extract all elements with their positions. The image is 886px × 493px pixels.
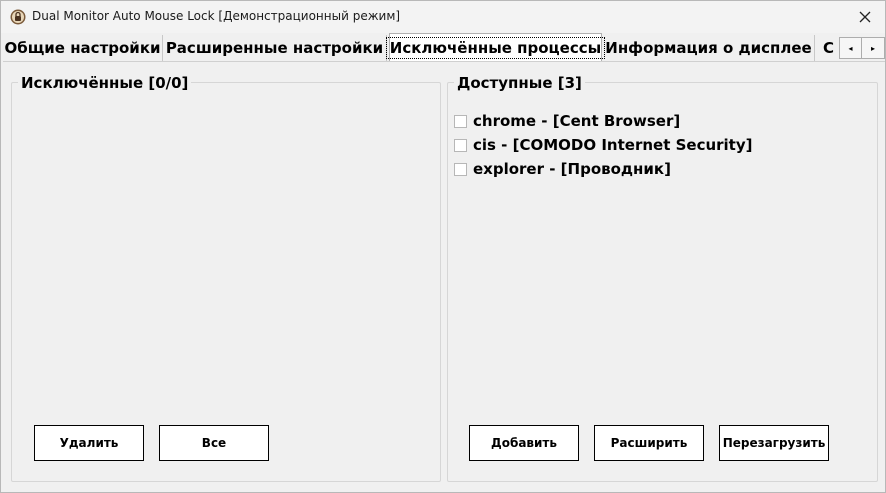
all-button[interactable]: Все [159, 425, 269, 461]
tab-excluded-processes[interactable]: Исключённые процессы [385, 33, 606, 61]
app-lock-icon [10, 9, 26, 25]
window-title: Dual Monitor Auto Mouse Lock [Демонстрац… [32, 9, 401, 23]
process-label: chrome - [Cent Browser] [473, 112, 681, 130]
main-window: Dual Monitor Auto Mouse Lock [Демонстрац… [0, 0, 886, 493]
process-checkbox[interactable] [454, 162, 467, 176]
tab-overflow[interactable]: С [819, 35, 839, 61]
close-icon [859, 11, 871, 23]
tab-scroll-left-button[interactable]: ◂ [839, 37, 862, 59]
process-checkbox[interactable] [454, 138, 467, 152]
available-group: Доступные [3] chrome - [Cent Browser] ci… [447, 74, 878, 482]
process-label: cis - [COMODO Internet Security] [473, 136, 753, 154]
tab-extended-settings[interactable]: Расширенные настройки [163, 35, 387, 61]
close-button[interactable] [851, 4, 879, 30]
process-checkbox[interactable] [454, 114, 467, 128]
list-item[interactable]: chrome - [Cent Browser] [454, 109, 753, 133]
tab-general-settings[interactable]: Общие настройки [3, 35, 163, 61]
available-list: chrome - [Cent Browser] cis - [COMODO In… [454, 109, 753, 181]
process-label: explorer - [Проводник] [473, 160, 671, 178]
add-button[interactable]: Добавить [469, 425, 579, 461]
tab-scroll-arrows: ◂ ▸ [839, 37, 885, 59]
chevron-left-icon: ◂ [848, 43, 853, 53]
chevron-right-icon: ▸ [870, 43, 875, 53]
expand-button[interactable]: Расширить [594, 425, 704, 461]
excluded-group: Исключённые [0/0] Удалить Все [11, 74, 441, 482]
tab-display-info[interactable]: Информация о дисплее [603, 35, 815, 61]
excluded-group-title: Исключённые [0/0] [18, 74, 192, 92]
reload-button[interactable]: Перезагрузить [719, 425, 829, 461]
available-group-title: Доступные [3] [454, 74, 585, 92]
delete-button[interactable]: Удалить [34, 425, 144, 461]
tab-content-excluded-processes: Исключённые [0/0] Удалить Все Доступные … [3, 61, 885, 492]
list-item[interactable]: cis - [COMODO Internet Security] [454, 133, 753, 157]
tab-strip: Общие настройки Расширенные настройки Ис… [3, 33, 885, 61]
list-item[interactable]: explorer - [Проводник] [454, 157, 753, 181]
tab-scroll-right-button[interactable]: ▸ [862, 37, 885, 59]
title-bar[interactable]: Dual Monitor Auto Mouse Lock [Демонстрац… [1, 1, 885, 33]
